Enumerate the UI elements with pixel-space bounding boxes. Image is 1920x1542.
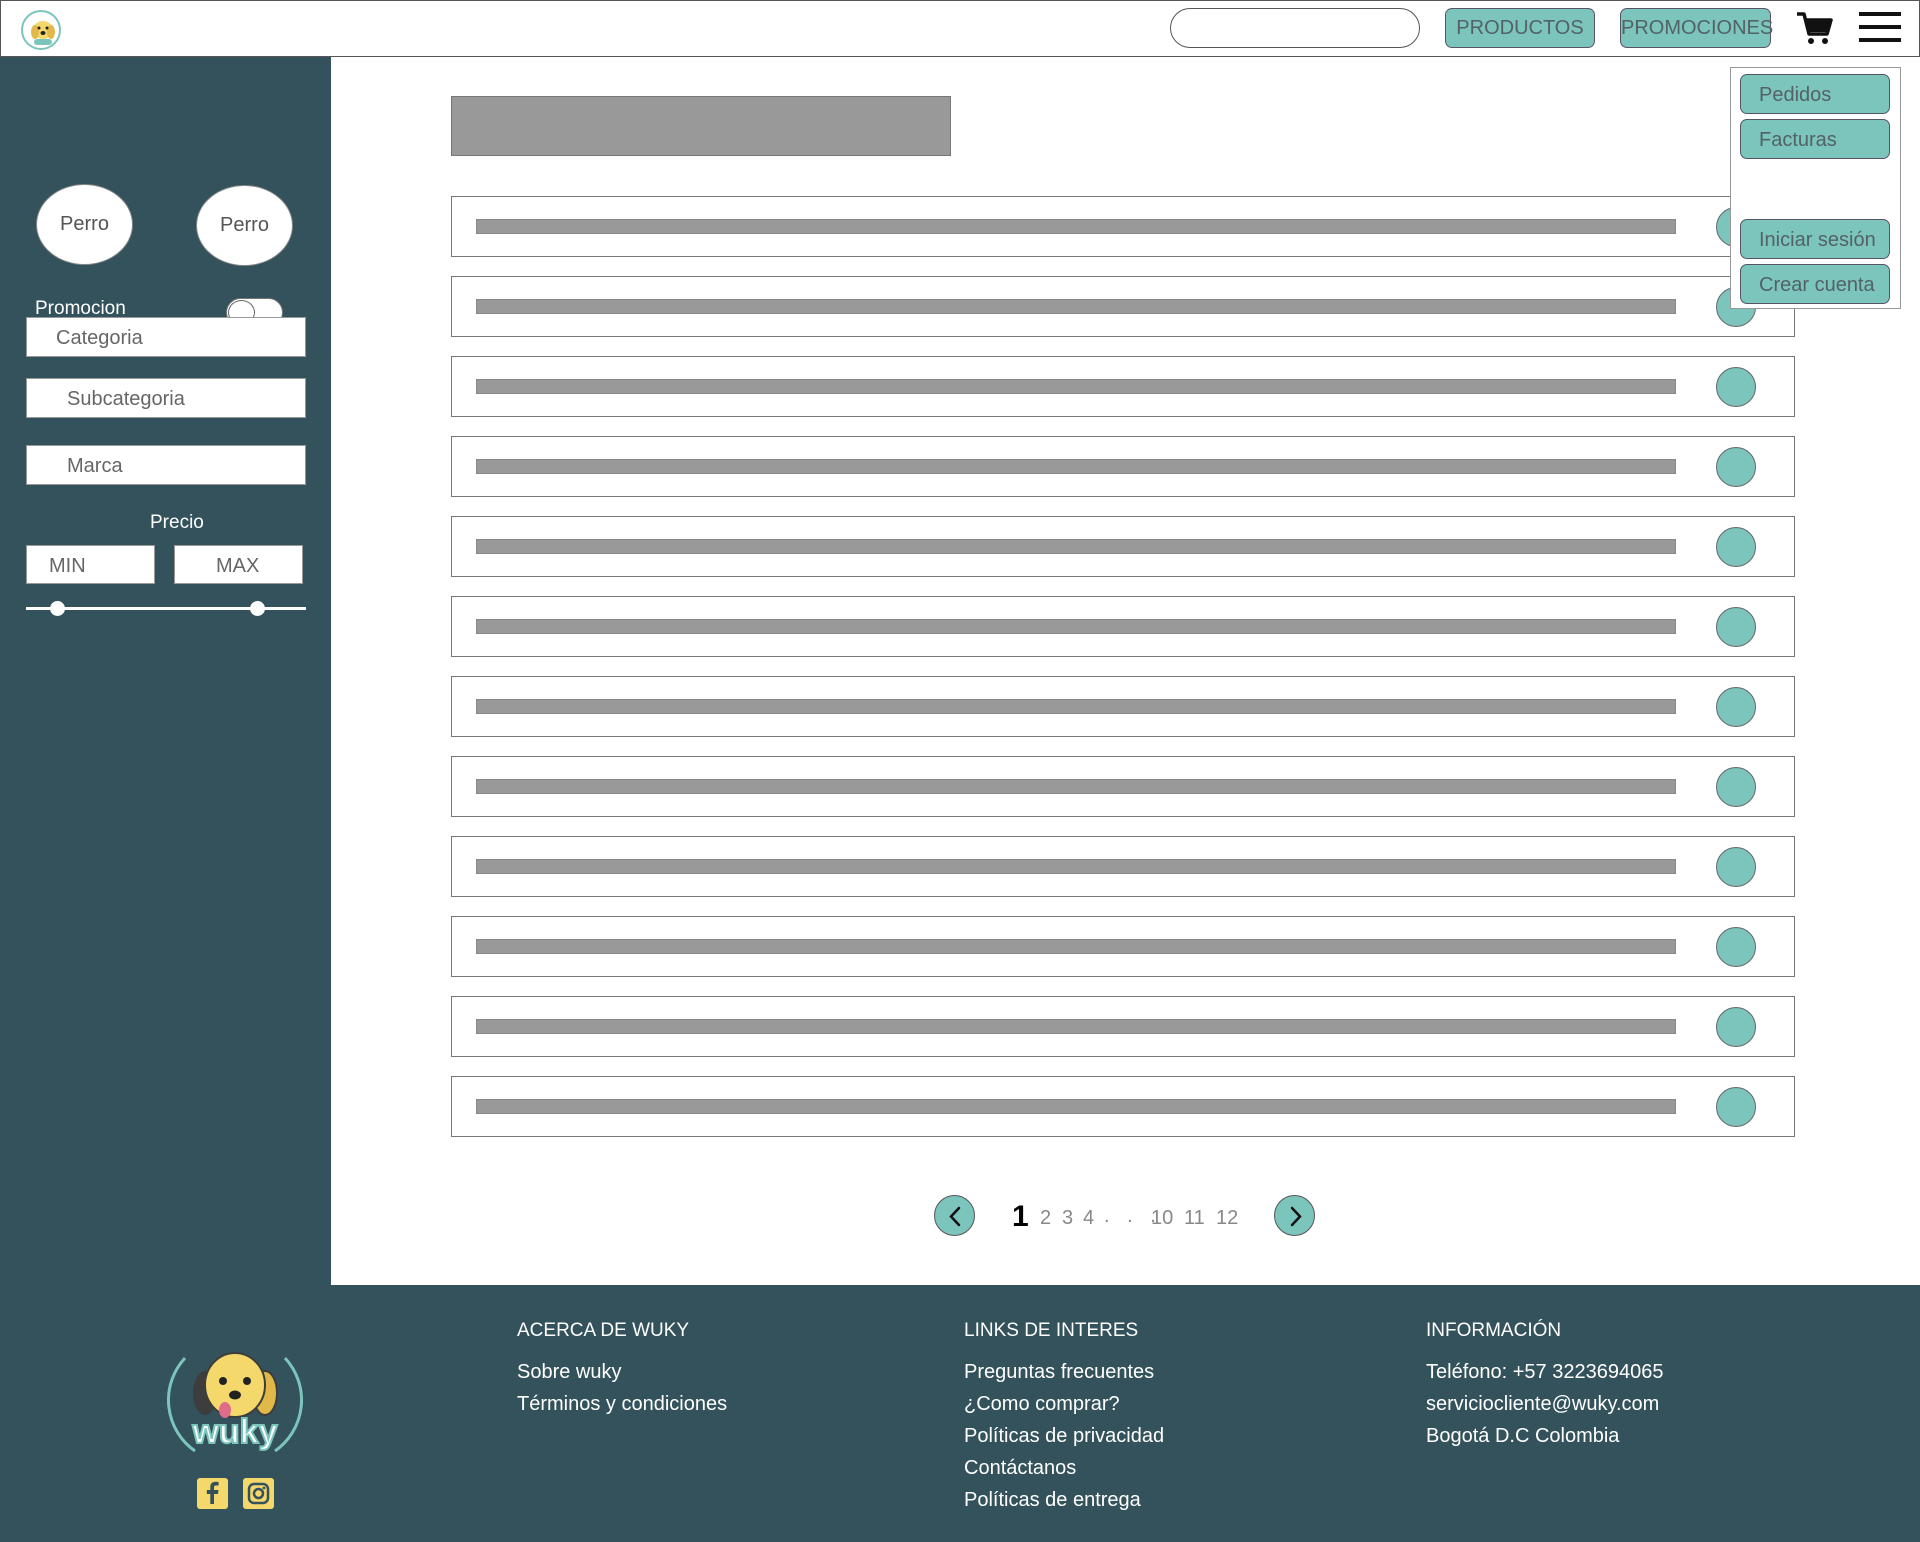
wuky-footer-logo[interactable] <box>165 1333 305 1463</box>
list-item-placeholder-bar <box>476 779 1676 794</box>
acerca-heading: ACERCA DE WUKY <box>517 1320 690 1341</box>
list-item-action-button[interactable] <box>1716 767 1756 807</box>
iniciar-sesion-menu-item[interactable]: Iniciar sesión <box>1740 219 1890 259</box>
facebook-icon[interactable] <box>197 1478 228 1509</box>
page-number[interactable]: 10 <box>1151 1207 1173 1230</box>
list-item[interactable] <box>451 756 1795 817</box>
list-item-placeholder-bar <box>476 219 1676 234</box>
price-range-min-thumb[interactable] <box>50 601 65 616</box>
pet-filter-perro-2[interactable]: Perro <box>196 185 293 266</box>
list-item-placeholder-bar <box>476 1099 1676 1114</box>
list-item[interactable] <box>451 596 1795 657</box>
list-item[interactable] <box>451 196 1795 257</box>
list-item-action-button[interactable] <box>1716 607 1756 647</box>
marca-select[interactable]: Marca <box>26 445 306 485</box>
next-page-button[interactable] <box>1274 1195 1315 1236</box>
price-range-max-thumb[interactable] <box>250 601 265 616</box>
list-item-placeholder-bar <box>476 299 1676 314</box>
list-item[interactable] <box>451 996 1795 1057</box>
list-item-action-button[interactable] <box>1716 447 1756 487</box>
footer-link-entrega[interactable]: Políticas de entrega <box>964 1489 1141 1512</box>
pet-filter-perro-1[interactable]: Perro <box>36 184 133 265</box>
previous-page-button[interactable] <box>934 1195 975 1236</box>
productos-button[interactable]: PRODUCTOS <box>1445 8 1595 48</box>
page-number[interactable]: 3 <box>1062 1207 1073 1230</box>
page-number[interactable]: 11 <box>1184 1207 1205 1230</box>
page-number[interactable]: 12 <box>1216 1207 1238 1230</box>
list-item[interactable] <box>451 836 1795 897</box>
page-title-placeholder <box>451 96 951 156</box>
list-item[interactable] <box>451 356 1795 417</box>
list-item-placeholder-bar <box>476 1019 1676 1034</box>
informacion-heading: INFORMACIÓN <box>1426 1320 1562 1341</box>
instagram-icon[interactable] <box>243 1478 274 1509</box>
footer-ubicacion: Bogotá D.C Colombia <box>1426 1425 1620 1447</box>
list-item[interactable] <box>451 676 1795 737</box>
chevron-right-icon <box>1290 1206 1302 1227</box>
footer-link-preguntas[interactable]: Preguntas frecuentes <box>964 1361 1154 1384</box>
list-item-placeholder-bar <box>476 539 1676 554</box>
footer-telefono: Teléfono: +57 3223694065 <box>1426 1361 1664 1383</box>
list-item-action-button[interactable] <box>1716 847 1756 887</box>
list-item[interactable] <box>451 916 1795 977</box>
links-interes-heading: LINKS DE INTERES <box>964 1320 1139 1341</box>
facturas-menu-item[interactable]: Facturas <box>1740 119 1890 159</box>
list-item-placeholder-bar <box>476 859 1676 874</box>
list-item-action-button[interactable] <box>1716 927 1756 967</box>
footer-link-contactanos[interactable]: Contáctanos <box>964 1457 1076 1480</box>
list-item-placeholder-bar <box>476 459 1676 474</box>
page-number[interactable]: 4 <box>1083 1207 1094 1230</box>
list-item-action-button[interactable] <box>1716 367 1756 407</box>
list-item-action-button[interactable] <box>1716 1007 1756 1047</box>
wuky-logo[interactable] <box>21 10 61 50</box>
precio-label: Precio <box>150 512 204 533</box>
footer-email[interactable]: serviciocliente@wuky.com <box>1426 1393 1659 1416</box>
crear-cuenta-menu-item[interactable]: Crear cuenta <box>1740 264 1890 304</box>
list-item-placeholder-bar <box>476 379 1676 394</box>
min-price-input[interactable]: MIN <box>26 545 155 584</box>
list-item[interactable] <box>451 1076 1795 1137</box>
footer-link-sobre-wuky[interactable]: Sobre wuky <box>517 1361 622 1384</box>
list-item-action-button[interactable] <box>1716 1087 1756 1127</box>
cart-icon[interactable] <box>1795 10 1835 46</box>
footer-link-terminos[interactable]: Términos y condiciones <box>517 1393 727 1416</box>
pedidos-menu-item[interactable]: Pedidos <box>1740 74 1890 114</box>
page-number[interactable]: 2 <box>1040 1207 1051 1230</box>
promociones-button[interactable]: PROMOCIONES <box>1620 8 1773 48</box>
list-item-placeholder-bar <box>476 939 1676 954</box>
max-price-input[interactable]: MAX <box>174 545 303 584</box>
list-item[interactable] <box>451 436 1795 497</box>
subcategoria-select[interactable]: Subcategoria <box>26 378 306 418</box>
page-number-current[interactable]: 1 <box>1012 1200 1029 1234</box>
list-item-action-button[interactable] <box>1716 687 1756 727</box>
categoria-select[interactable]: Categoria <box>26 317 306 357</box>
search-input[interactable] <box>1170 8 1420 48</box>
list-item-action-button[interactable] <box>1716 527 1756 567</box>
hamburger-menu-icon[interactable] <box>1859 12 1901 44</box>
chevron-left-icon <box>949 1206 961 1227</box>
list-item-placeholder-bar <box>476 619 1676 634</box>
footer-link-como-comprar[interactable]: ¿Como comprar? <box>964 1393 1120 1416</box>
footer-link-privacidad[interactable]: Políticas de privacidad <box>964 1425 1164 1448</box>
list-item[interactable] <box>451 516 1795 577</box>
list-item[interactable] <box>451 276 1795 337</box>
list-item-placeholder-bar <box>476 699 1676 714</box>
